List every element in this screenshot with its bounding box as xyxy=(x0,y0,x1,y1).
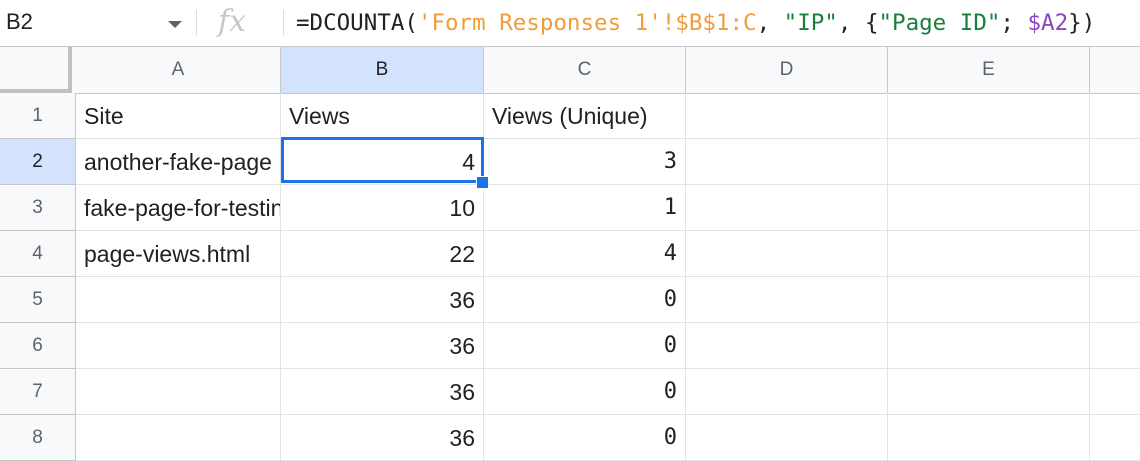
cell-a2[interactable]: another-fake-page xyxy=(76,139,281,185)
cell-b1[interactable]: Views xyxy=(281,93,484,139)
cell-a6[interactable] xyxy=(76,323,281,369)
formula-token: $A2 xyxy=(1027,10,1069,36)
divider xyxy=(196,10,197,36)
column-header-b[interactable]: B xyxy=(281,47,484,93)
column-header-d[interactable]: D xyxy=(686,47,888,93)
row-header-8[interactable]: 8 xyxy=(0,415,76,461)
cell-e2[interactable] xyxy=(888,139,1090,185)
formula-input[interactable]: =DCOUNTA('Form Responses 1'!$B$1:C, "IP"… xyxy=(296,8,1095,38)
cell-a7[interactable] xyxy=(76,369,281,415)
formula-token: =DCOUNTA( xyxy=(296,10,418,36)
cell-a3[interactable]: fake-page-for-testing xyxy=(76,185,281,231)
cell-f3[interactable] xyxy=(1090,185,1140,231)
formula-token: , xyxy=(756,10,784,36)
cell-e3[interactable] xyxy=(888,185,1090,231)
cell-e5[interactable] xyxy=(888,277,1090,323)
cell-c6[interactable]: 0 xyxy=(484,323,686,369)
cell-c5[interactable]: 0 xyxy=(484,277,686,323)
row-header-5[interactable]: 5 xyxy=(0,277,76,323)
cell-e4[interactable] xyxy=(888,231,1090,277)
cell-e7[interactable] xyxy=(888,369,1090,415)
cell-b8[interactable]: 36 xyxy=(281,415,484,461)
cell-d7[interactable] xyxy=(686,369,888,415)
chevron-down-icon[interactable] xyxy=(164,13,186,35)
cell-f7[interactable] xyxy=(1090,369,1140,415)
cell-a5[interactable] xyxy=(76,277,281,323)
formula-bar: B2 fx =DCOUNTA('Form Responses 1'!$B$1:C… xyxy=(0,0,1140,47)
cell-b5[interactable]: 36 xyxy=(281,277,484,323)
cell-b3[interactable]: 10 xyxy=(281,185,484,231)
row-header-4[interactable]: 4 xyxy=(0,231,76,277)
cell-c4[interactable]: 4 xyxy=(484,231,686,277)
row-header-1[interactable]: 1 xyxy=(0,93,76,139)
cell-a1[interactable]: Site xyxy=(76,93,281,139)
row-header-3[interactable]: 3 xyxy=(0,185,76,231)
select-all-corner[interactable] xyxy=(0,47,72,93)
cell-e6[interactable] xyxy=(888,323,1090,369)
cell-f4[interactable] xyxy=(1090,231,1140,277)
formula-token: 'Form Responses 1'!$B$1:C xyxy=(417,10,757,36)
cell-e1[interactable] xyxy=(888,93,1090,139)
cell-d2[interactable] xyxy=(686,139,888,185)
row-header-2[interactable]: 2 xyxy=(0,139,76,185)
column-header-e[interactable]: E xyxy=(888,47,1090,93)
cell-c7[interactable]: 0 xyxy=(484,369,686,415)
cell-d6[interactable] xyxy=(686,323,888,369)
cell-c8[interactable]: 0 xyxy=(484,415,686,461)
cell-b7[interactable]: 36 xyxy=(281,369,484,415)
cell-b4[interactable]: 22 xyxy=(281,231,484,277)
cell-b2[interactable]: 4 xyxy=(281,139,484,185)
column-header-a[interactable]: A xyxy=(76,47,281,93)
cell-c2[interactable]: 3 xyxy=(484,139,686,185)
cell-c3[interactable]: 1 xyxy=(484,185,686,231)
formula-token: , { xyxy=(837,10,879,36)
cell-b6[interactable]: 36 xyxy=(281,323,484,369)
formula-token: }) xyxy=(1068,10,1096,36)
cell-d8[interactable] xyxy=(686,415,888,461)
name-box[interactable]: B2 xyxy=(0,0,194,46)
cell-c1[interactable]: Views (Unique) xyxy=(484,93,686,139)
row-header-7[interactable]: 7 xyxy=(0,369,76,415)
cell-d1[interactable] xyxy=(686,93,888,139)
column-header-f[interactable] xyxy=(1090,47,1140,93)
formula-token: ; xyxy=(1000,10,1028,36)
cell-f5[interactable] xyxy=(1090,277,1140,323)
cell-d4[interactable] xyxy=(686,231,888,277)
column-header-row: A B C D E xyxy=(0,47,1140,94)
cell-a8[interactable] xyxy=(76,415,281,461)
cell-f8[interactable] xyxy=(1090,415,1140,461)
formula-token: "Page ID" xyxy=(878,10,1001,36)
column-header-c[interactable]: C xyxy=(484,47,686,93)
cell-f2[interactable] xyxy=(1090,139,1140,185)
formula-token: "IP" xyxy=(783,10,838,36)
cell-d3[interactable] xyxy=(686,185,888,231)
cell-d5[interactable] xyxy=(686,277,888,323)
cell-e8[interactable] xyxy=(888,415,1090,461)
cell-f1[interactable] xyxy=(1090,93,1140,139)
row-header-6[interactable]: 6 xyxy=(0,323,76,369)
cell-a4[interactable]: page-views.html xyxy=(76,231,281,277)
fill-handle[interactable] xyxy=(476,176,489,189)
divider xyxy=(283,10,284,36)
fx-icon: fx xyxy=(218,4,247,39)
cell-f6[interactable] xyxy=(1090,323,1140,369)
name-box-value[interactable]: B2 xyxy=(6,9,33,35)
